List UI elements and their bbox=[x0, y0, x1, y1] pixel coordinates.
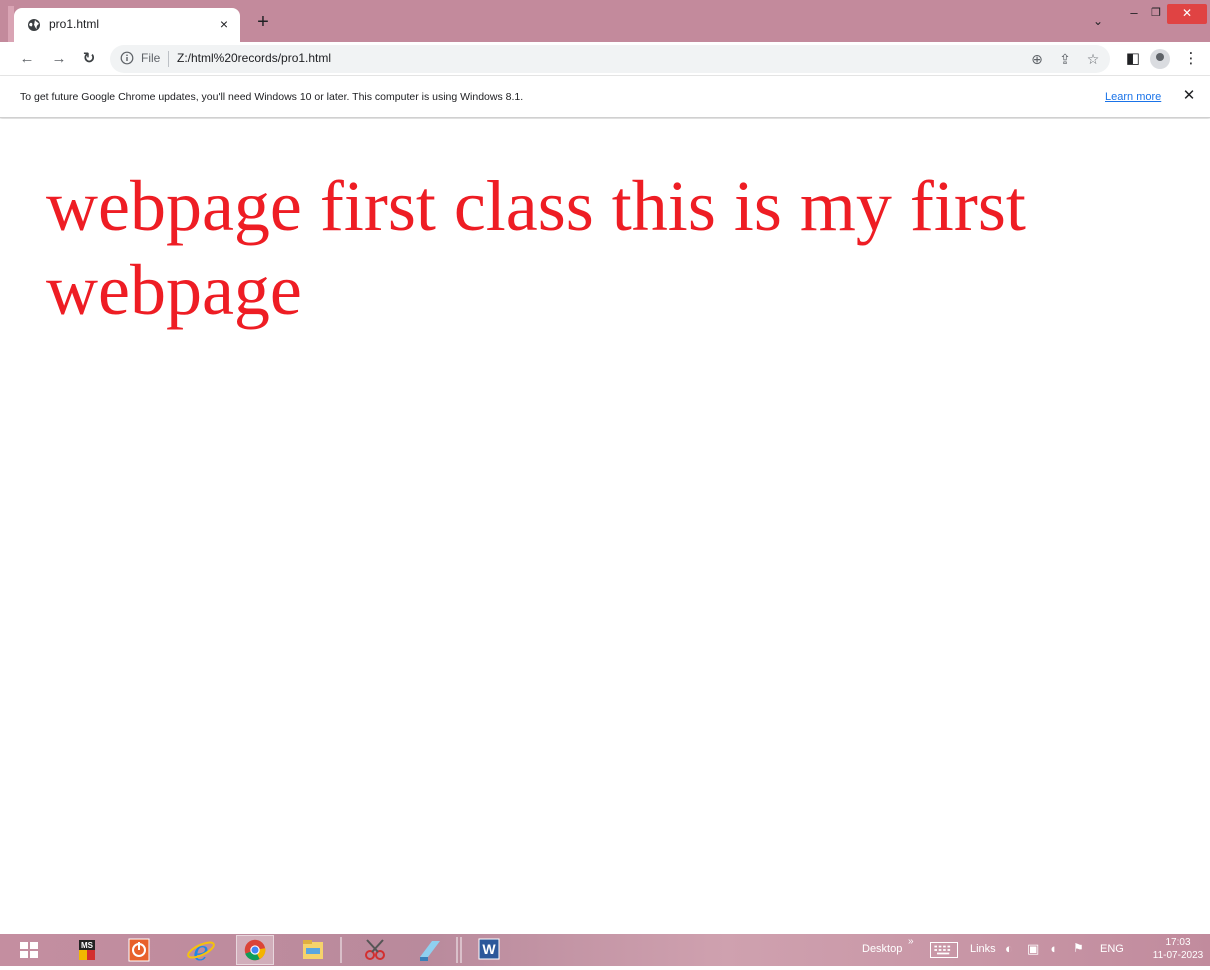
window-close-button[interactable]: ✕ bbox=[1167, 4, 1207, 24]
restore-button[interactable]: ❐ bbox=[1146, 4, 1166, 24]
scheme-label: File bbox=[141, 51, 161, 65]
address-bar[interactable]: File Z:/html%20records/pro1.html ⊕ ⇪ ☆ bbox=[110, 45, 1110, 73]
internet-explorer-icon[interactable]: e bbox=[182, 935, 220, 967]
clock-time: 17:03 bbox=[1165, 937, 1191, 948]
windows-taskbar: MS e W Desktop » Links ◐ ▣ ◖ ⚑ ENG 17:03… bbox=[0, 934, 1210, 967]
notepad-icon[interactable] bbox=[410, 935, 448, 965]
chrome-icon[interactable] bbox=[236, 935, 274, 965]
minimize-button[interactable]: – bbox=[1124, 4, 1144, 24]
volume-muted-icon[interactable]: ◖ bbox=[1049, 941, 1057, 956]
ms-office-icon[interactable]: MS bbox=[68, 935, 106, 965]
bookmark-star-icon[interactable]: ☆ bbox=[1084, 50, 1102, 68]
learn-more-link[interactable]: Learn more bbox=[1105, 91, 1161, 103]
browser-toolbar: ← → ↻ File Z:/html%20records/pro1.html ⊕… bbox=[0, 42, 1210, 76]
update-infobar: To get future Google Chrome updates, you… bbox=[0, 76, 1210, 118]
tab-close-icon[interactable]: × bbox=[216, 16, 232, 32]
page-heading: webpage first class this is my first web… bbox=[46, 166, 1026, 330]
taskbar-separator bbox=[460, 937, 462, 963]
toolbar-overflow-icon[interactable]: » bbox=[908, 936, 914, 947]
start-icon[interactable] bbox=[10, 935, 48, 965]
menu-kebab-icon[interactable]: ⋮ bbox=[1182, 50, 1200, 68]
clock[interactable]: 17:03 11-07-2023 bbox=[1150, 936, 1206, 962]
address-separator bbox=[168, 51, 169, 67]
network-icon[interactable]: ▣ bbox=[1027, 941, 1039, 957]
zoom-icon[interactable]: ⊕ bbox=[1028, 50, 1046, 68]
side-panel-icon[interactable]: ◧ bbox=[1124, 50, 1142, 68]
share-icon[interactable]: ⇪ bbox=[1056, 50, 1074, 68]
desktop-toolbar-label[interactable]: Desktop bbox=[862, 943, 902, 955]
back-arrow-icon[interactable]: ← bbox=[18, 50, 36, 68]
new-tab-button[interactable]: + bbox=[252, 12, 274, 34]
snipping-tool-icon[interactable] bbox=[356, 935, 394, 965]
url-text[interactable]: Z:/html%20records/pro1.html bbox=[177, 51, 331, 65]
info-icon[interactable] bbox=[120, 51, 134, 65]
reload-icon[interactable]: ↻ bbox=[80, 50, 98, 68]
svg-text:MS: MS bbox=[81, 941, 94, 950]
taskbar-separator bbox=[456, 937, 458, 963]
word-icon[interactable]: W bbox=[470, 935, 508, 965]
file-explorer-icon[interactable] bbox=[294, 935, 332, 965]
tab-search-chevron-icon[interactable]: ⌄ bbox=[1090, 14, 1106, 30]
svg-text:e: e bbox=[193, 937, 208, 965]
links-toolbar-label[interactable]: Links bbox=[970, 943, 996, 955]
language-indicator[interactable]: ENG bbox=[1100, 943, 1124, 955]
browser-tab[interactable]: pro1.html × bbox=[14, 8, 240, 42]
network-alert-icon[interactable]: ◐ bbox=[1005, 941, 1013, 956]
taskbar-separator bbox=[340, 937, 342, 963]
action-center-flag-icon[interactable]: ⚑ bbox=[1073, 941, 1084, 955]
profile-avatar[interactable] bbox=[1150, 49, 1170, 69]
globe-icon bbox=[28, 19, 40, 31]
keyboard-icon[interactable] bbox=[930, 942, 958, 958]
infobar-close-icon[interactable]: ✕ bbox=[1180, 87, 1198, 105]
page-content: webpage first class this is my first web… bbox=[0, 119, 1210, 934]
forward-arrow-icon[interactable]: → bbox=[50, 50, 68, 68]
infobar-message: To get future Google Chrome updates, you… bbox=[20, 91, 524, 103]
clock-date: 11-07-2023 bbox=[1152, 950, 1204, 961]
svg-text:W: W bbox=[482, 941, 496, 957]
tab-title: pro1.html bbox=[49, 17, 100, 31]
power-icon[interactable] bbox=[120, 935, 158, 965]
browser-titlebar: pro1.html × + ⌄ – ❐ ✕ bbox=[0, 0, 1210, 42]
